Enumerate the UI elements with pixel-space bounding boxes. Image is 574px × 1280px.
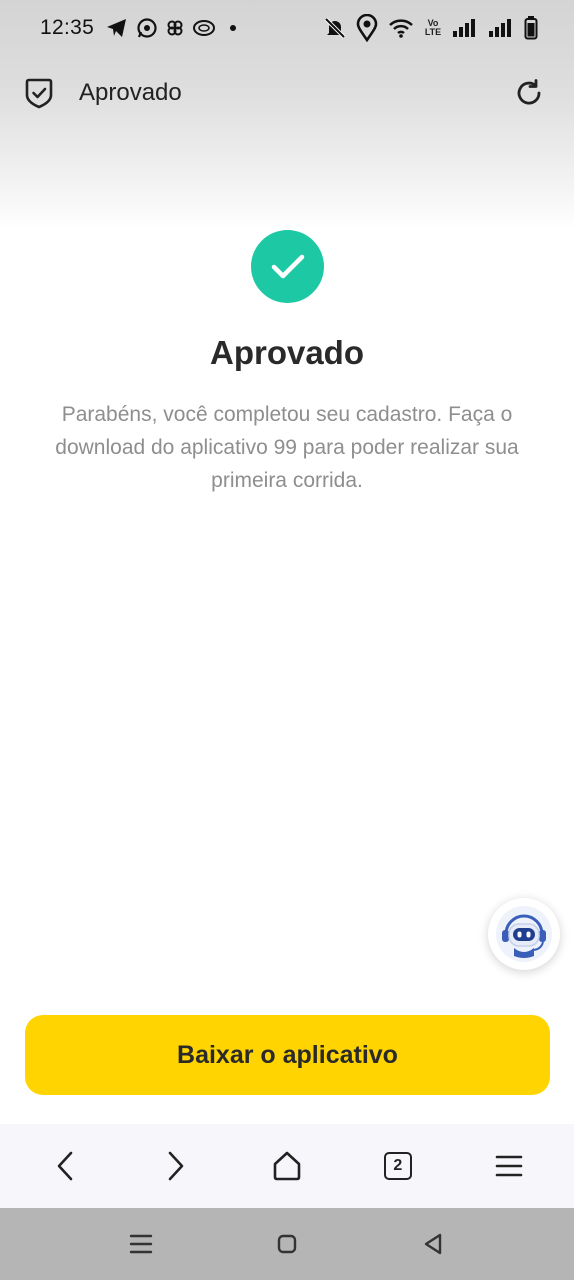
location-icon [356, 14, 378, 42]
dot-icon [230, 25, 237, 31]
back-icon[interactable] [415, 1226, 451, 1262]
home-icon[interactable] [269, 1226, 305, 1262]
signal-icon [488, 18, 514, 38]
check-icon [270, 253, 306, 281]
success-badge [251, 230, 324, 303]
robot-assistant-icon [494, 904, 554, 964]
fan-icon [166, 19, 184, 37]
volte-icon: Vo LTE [424, 19, 442, 37]
status-system-icons: Vo LTE [324, 14, 538, 42]
wifi-icon [388, 17, 414, 39]
coin-icon [192, 19, 216, 37]
status-description: Parabéns, você completou seu cadastro. F… [55, 403, 519, 492]
home-icon[interactable] [257, 1136, 317, 1196]
telegram-icon [106, 18, 128, 38]
status-title: Aprovado [209, 334, 364, 371]
tab-count: 2 [383, 1152, 412, 1180]
browser-nav-bar: 2 [0, 1124, 574, 1208]
status-notification-icons [106, 17, 237, 39]
signal-icon [452, 18, 478, 38]
battery-icon [524, 16, 538, 40]
page-header: Aprovado [0, 62, 574, 124]
download-app-button[interactable]: Baixar o aplicativo [25, 1015, 550, 1095]
bell-off-icon [324, 17, 346, 39]
status-time: 12:35 [40, 16, 95, 39]
back-icon[interactable] [35, 1136, 95, 1196]
whatsapp-icon [136, 17, 158, 39]
forward-icon[interactable] [146, 1136, 206, 1196]
shield-check-icon[interactable] [24, 77, 54, 109]
chatbot-button[interactable] [488, 898, 560, 970]
tabs-icon[interactable]: 2 [368, 1136, 428, 1196]
refresh-icon[interactable] [512, 76, 546, 110]
volte-label: Vo LTE [424, 18, 442, 37]
system-nav-bar [0, 1208, 574, 1280]
recents-icon[interactable] [123, 1226, 159, 1262]
menu-icon[interactable] [479, 1136, 539, 1196]
page-title: Aprovado [79, 79, 182, 106]
status-bar: 12:35 Vo LTE [0, 0, 574, 56]
